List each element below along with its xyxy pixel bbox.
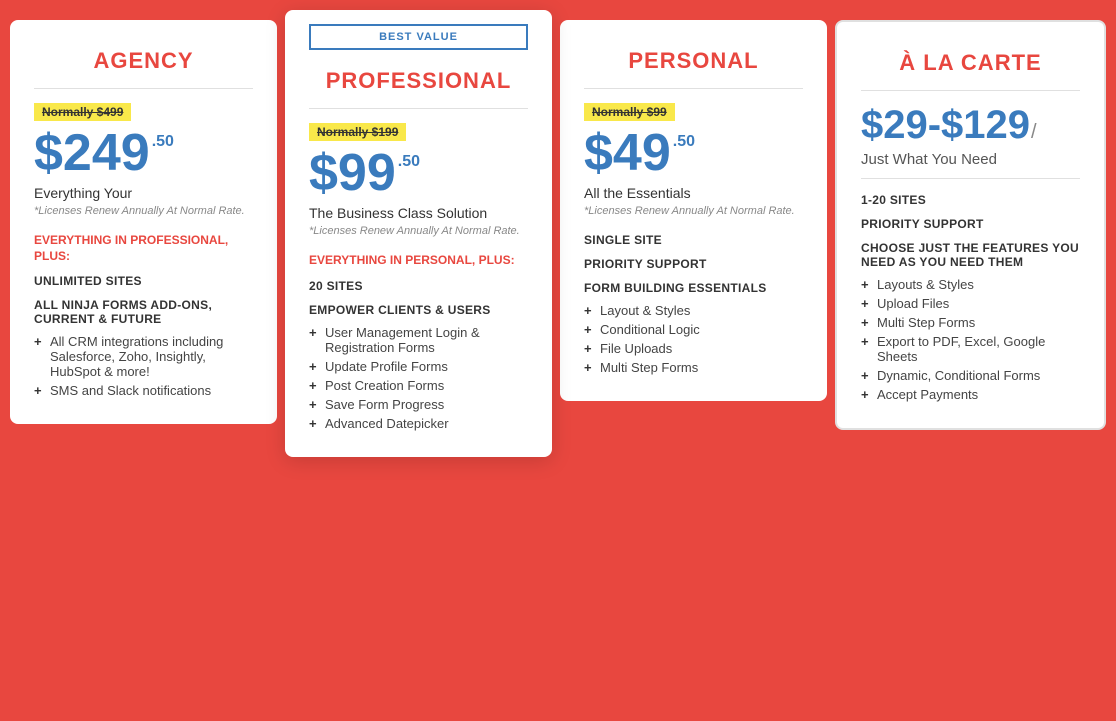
personal-divider <box>584 88 803 89</box>
list-item: User Management Login & Registration For… <box>309 323 528 357</box>
alacarte-features: Layouts & Styles Upload Files Multi Step… <box>861 275 1080 404</box>
list-item: Conditional Logic <box>584 320 803 339</box>
list-item: Advanced Datepicker <box>309 414 528 433</box>
list-item: Layouts & Styles <box>861 275 1080 294</box>
agency-bold-feature-1: ALL NINJA FORMS ADD-ONS, CURRENT & FUTUR… <box>34 298 253 326</box>
agency-bold-feature-0: UNLIMITED SITES <box>34 274 253 288</box>
agency-normally: Normally $499 <box>34 103 131 121</box>
professional-title: PROFESSIONAL <box>309 68 528 94</box>
alacarte-divider2 <box>861 178 1080 179</box>
personal-bold-feature-0: SINGLE SITE <box>584 233 803 247</box>
personal-normally: Normally $99 <box>584 103 675 121</box>
list-item: File Uploads <box>584 339 803 358</box>
professional-note: *Licenses Renew Annually At Normal Rate. <box>309 225 528 237</box>
personal-features: Layout & Styles Conditional Logic File U… <box>584 301 803 377</box>
list-item: Save Form Progress <box>309 395 528 414</box>
professional-tagline: The Business Class Solution <box>309 205 528 221</box>
professional-normally: Normally $199 <box>309 123 406 141</box>
alacarte-bold-feature-0: 1-20 SITES <box>861 193 1080 207</box>
professional-features: User Management Login & Registration For… <box>309 323 528 433</box>
agency-plan-card: AGENCY Normally $499 $249 .50 Everything… <box>10 20 277 424</box>
plans-container: AGENCY Normally $499 $249 .50 Everything… <box>10 20 1106 457</box>
list-item: Multi Step Forms <box>584 358 803 377</box>
personal-note: *Licenses Renew Annually At Normal Rate. <box>584 205 803 217</box>
personal-price-sup: .50 <box>673 133 695 151</box>
list-item: SMS and Slack notifications <box>34 381 253 400</box>
alacarte-title: À LA CARTE <box>861 50 1080 76</box>
personal-tagline: All the Essentials <box>584 185 803 201</box>
alacarte-plan-card: À LA CARTE $29-$129 / Just What You Need… <box>835 20 1106 430</box>
list-item: Multi Step Forms <box>861 313 1080 332</box>
professional-divider <box>309 108 528 109</box>
professional-section-label: EVERYTHING IN PERSONAL, PLUS: <box>309 253 528 269</box>
alacarte-subtitle: Just What You Need <box>861 151 1080 168</box>
alacarte-divider <box>861 90 1080 91</box>
professional-price: $99 <box>309 147 396 199</box>
personal-title: PERSONAL <box>584 48 803 74</box>
list-item: Accept Payments <box>861 385 1080 404</box>
agency-section-label: EVERYTHING IN PROFESSIONAL, PLUS: <box>34 233 253 264</box>
personal-bold-feature-1: PRIORITY SUPPORT <box>584 257 803 271</box>
list-item: All CRM integrations including Salesforc… <box>34 332 253 381</box>
alacarte-bold-feature-2: CHOOSE JUST THE FEATURES YOU NEED AS YOU… <box>861 241 1080 269</box>
personal-plan-card: PERSONAL Normally $99 $49 .50 All the Es… <box>560 20 827 401</box>
list-item: Update Profile Forms <box>309 357 528 376</box>
list-item: Layout & Styles <box>584 301 803 320</box>
personal-price-line: $49 .50 <box>584 127 803 179</box>
professional-plan-card: BEST VALUE PROFESSIONAL Normally $199 $9… <box>285 10 552 457</box>
agency-price: $249 <box>34 127 150 179</box>
list-item: Post Creation Forms <box>309 376 528 395</box>
agency-title: AGENCY <box>34 48 253 74</box>
personal-bold-feature-2: FORM BUILDING ESSENTIALS <box>584 281 803 295</box>
agency-price-sup: .50 <box>152 133 174 151</box>
agency-divider <box>34 88 253 89</box>
list-item: Upload Files <box>861 294 1080 313</box>
alacarte-slash: / <box>1031 121 1037 144</box>
agency-features: All CRM integrations including Salesforc… <box>34 332 253 400</box>
alacarte-price-range: $29-$129 <box>861 105 1030 145</box>
professional-price-line: $99 .50 <box>309 147 528 199</box>
agency-note: *Licenses Renew Annually At Normal Rate. <box>34 205 253 217</box>
alacarte-price-line: $29-$129 / <box>861 105 1080 145</box>
professional-bold-feature-0: 20 SITES <box>309 279 528 293</box>
best-value-badge: BEST VALUE <box>309 24 528 50</box>
personal-price: $49 <box>584 127 671 179</box>
agency-price-line: $249 .50 <box>34 127 253 179</box>
list-item: Dynamic, Conditional Forms <box>861 366 1080 385</box>
professional-price-sup: .50 <box>398 153 420 171</box>
agency-tagline: Everything Your <box>34 185 253 201</box>
alacarte-bold-feature-1: PRIORITY SUPPORT <box>861 217 1080 231</box>
list-item: Export to PDF, Excel, Google Sheets <box>861 332 1080 366</box>
professional-bold-feature-1: EMPOWER CLIENTS & USERS <box>309 303 528 317</box>
